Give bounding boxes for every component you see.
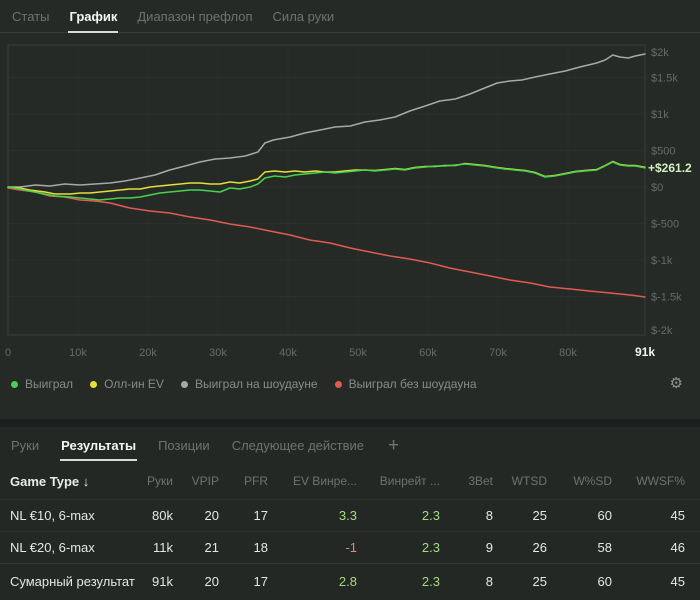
table-cell: 8: [485, 508, 493, 523]
column-header-3[interactable]: VPIP: [173, 474, 219, 488]
column-header-8[interactable]: WTSD: [493, 474, 547, 488]
x-axis-label: 40k: [279, 347, 297, 359]
results-panel: Руки Результаты Позиции Следующее действие +…: [0, 427, 700, 600]
x-axis-label: 60k: [419, 347, 437, 359]
bottom-tab-1[interactable]: Руки: [10, 429, 40, 462]
table-cell: 20: [204, 508, 219, 523]
legend-item-1[interactable]: Выиграл: [11, 377, 73, 391]
column-header-6[interactable]: Винрейт ...: [357, 474, 440, 488]
y-axis-label: $2k: [651, 47, 669, 59]
y-axis-label: $1.5k: [651, 73, 678, 85]
top-tab-1[interactable]: Статы: [11, 0, 50, 32]
legend-dot-icon: [11, 380, 18, 388]
table-cell: 2.8: [338, 574, 357, 589]
column-header-5[interactable]: EV Винре...: [268, 474, 357, 488]
y-axis-label: $-2k: [651, 325, 673, 337]
add-tab-button[interactable]: +: [388, 436, 399, 455]
x-axis-label: 80k: [559, 347, 577, 359]
legend-label: Выиграл на шоудауне: [194, 377, 318, 391]
column-header-1[interactable]: Game Type ↓: [10, 474, 140, 489]
top-tab-bar: Статы График Диапазон префлоп Сила руки: [0, 0, 700, 33]
y-axis-label: $500: [651, 146, 675, 158]
bottom-tab-bar: Руки Результаты Позиции Следующее действие +: [0, 427, 700, 463]
chart-plot-border: [7, 44, 646, 336]
table-cell: NL €20, 6-max: [10, 540, 95, 555]
chart-series-line-1: [7, 161, 646, 201]
top-tab-2[interactable]: График: [68, 0, 119, 33]
table-cell: 2.3: [421, 540, 440, 555]
x-axis-label: 70k: [489, 347, 507, 359]
bottom-tab-4[interactable]: Следующее действие: [231, 429, 365, 462]
table-cell: 21: [204, 540, 219, 555]
column-header-4[interactable]: PFR: [219, 474, 268, 488]
top-tab-4[interactable]: Сила руки: [272, 0, 336, 32]
column-header-7[interactable]: 3Bet: [440, 474, 493, 488]
column-header-2[interactable]: Руки: [140, 474, 173, 488]
y-axis-label: $-1.5k: [651, 292, 682, 304]
table-cell: 45: [670, 508, 685, 523]
x-axis-label: 0: [5, 347, 11, 359]
table-cell: 60: [597, 508, 612, 523]
current-value-label: +$261.2: [648, 161, 692, 175]
x-axis-label: 91k: [635, 345, 655, 359]
table-cell: 25: [532, 574, 547, 589]
winnings-chart: $2k $1.5k $1k $500 $0 $-500 $-1k $-1.5k $-2k +$26…: [5, 44, 692, 359]
table-cell: 20: [204, 574, 219, 589]
column-header-9[interactable]: W%SD: [547, 474, 612, 488]
y-axis-label: $-1k: [651, 255, 673, 267]
table-cell: 45: [670, 574, 685, 589]
chart-series-line-2: [7, 160, 646, 195]
legend-item-4[interactable]: Выиграл без шоудауна: [334, 377, 477, 391]
legend-label: Олл-ин EV: [104, 377, 164, 391]
y-axis-label: $-500: [651, 219, 679, 231]
table-cell: 9: [485, 540, 493, 555]
legend-item-3[interactable]: Выиграл на шоудауне: [180, 377, 318, 391]
legend-label: Выиграл без шоудауна: [348, 377, 477, 391]
table-cell: 17: [253, 508, 268, 523]
table-cell: 2.3: [421, 508, 440, 523]
table-summary-row[interactable]: Сумарный результат 91k 20 17 2.8 2.3 8 25 60 45: [0, 563, 700, 599]
table-cell: 26: [532, 540, 547, 555]
table-cell: 17: [253, 574, 268, 589]
table-cell: 60: [597, 574, 612, 589]
x-axis-label: 30k: [209, 347, 227, 359]
chart-legend: Выиграл Олл-ин EV Выиграл на шоудауне Выигр…: [11, 377, 477, 391]
table-cell: Сумарный результат: [10, 574, 135, 589]
y-axis-label: $1k: [651, 109, 669, 121]
table-cell: 25: [532, 508, 547, 523]
table-row-1[interactable]: NL €10, 6-max 80k 20 17 3.3 2.3 8 25 60 45: [0, 499, 700, 531]
legend-dot-icon: [90, 380, 98, 388]
x-axis-label: 10k: [69, 347, 87, 359]
table-cell: 80k: [152, 508, 173, 523]
table-cell: 58: [597, 540, 612, 555]
y-axis-label: $0: [651, 182, 663, 194]
table-cell: 3.3: [338, 508, 357, 523]
table-cell: NL €10, 6-max: [10, 508, 95, 523]
x-axis-label: 50k: [349, 347, 367, 359]
top-tab-3[interactable]: Диапазон префлоп: [136, 0, 253, 32]
table-cell: 46: [670, 540, 685, 555]
chart-series-line-4: [7, 187, 646, 298]
x-axis-label: 20k: [139, 347, 157, 359]
chart-series-line-3: [7, 53, 646, 188]
table-cell: 8: [485, 574, 493, 589]
bottom-tab-2[interactable]: Результаты: [60, 429, 138, 462]
table-cell: 91k: [152, 574, 173, 589]
legend-label: Выиграл: [25, 377, 74, 391]
table-cell: 11k: [153, 540, 173, 555]
table-body: NL €10, 6-max 80k 20 17 3.3 2.3 8 25 60 45 NL €20,…: [0, 499, 700, 599]
legend-item-2[interactable]: Олл-ин EV: [90, 377, 164, 391]
legend-dot-icon: [334, 380, 342, 388]
legend-dot-icon: [180, 380, 188, 388]
table-row-2[interactable]: NL €20, 6-max 11k 21 18 -1 2.3 9 26 58 46: [0, 531, 700, 563]
table-cell: -1: [345, 540, 357, 555]
column-header-10[interactable]: WWSF%: [612, 474, 685, 488]
bottom-tab-3[interactable]: Позиции: [157, 429, 211, 462]
chart-panel: Статы График Диапазон префлоп Сила руки $2k…: [0, 0, 700, 419]
table-cell: 2.3: [421, 574, 440, 589]
table-cell: 18: [253, 540, 268, 555]
table-header-row: Game Type ↓ Руки VPIP PFR EV Винре... Винрейт…: [0, 463, 700, 499]
gear-icon[interactable]: ⚙: [670, 374, 683, 392]
